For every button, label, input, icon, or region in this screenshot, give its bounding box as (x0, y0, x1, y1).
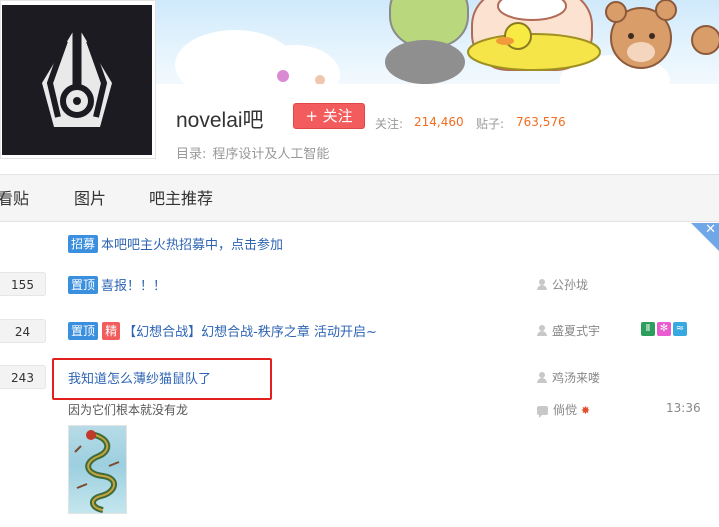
forum-tabs: 看贴 图片 吧主推荐 (0, 174, 719, 222)
author-name[interactable]: 鸡汤来喽 (552, 371, 600, 385)
person-icon (537, 372, 547, 383)
catalog-label: 目录: (176, 147, 207, 162)
maple-leaf-icon: ✸ (580, 404, 591, 417)
forum-title: novelai吧 (176, 109, 264, 132)
forum-avatar-frame[interactable] (0, 0, 156, 159)
last-reply-user[interactable]: 倘傥 ✸ (537, 401, 590, 418)
member-level-icon: Ⅱ (641, 322, 655, 336)
follow-count-label: 关注: (375, 117, 404, 131)
person-icon (537, 279, 547, 290)
author-name[interactable]: 盛夏式宇 (552, 324, 600, 338)
pinned-tag: 置顶 (68, 321, 99, 340)
dragon-image (74, 430, 120, 513)
forum-avatar[interactable] (2, 5, 152, 155)
novelai-pen-logo-icon (42, 25, 112, 127)
list-item[interactable]: 置顶 精【幻想合战】幻想合战-秩序之章 活动开启~ (68, 321, 377, 340)
post-count: 763,576 (516, 115, 566, 129)
catalog-link[interactable]: 程序设计及人工智能 (212, 147, 329, 162)
tab-threads[interactable]: 看贴 (0, 175, 29, 222)
forum-catalog: 目录: 程序设计及人工智能 (176, 143, 329, 162)
last-reply-time: 13:36 (666, 401, 701, 415)
reply-icon (537, 406, 548, 418)
thread-abstract: 因为它们根本就没有龙 (68, 403, 189, 417)
follow-button[interactable]: + 关注 (293, 103, 365, 129)
list-item-recruit[interactable]: 招募 本吧吧主火热招募中，点击参加 (68, 234, 283, 253)
follow-count: 214,460 (414, 115, 464, 129)
tab-recommended[interactable]: 吧主推荐 (149, 175, 213, 222)
member-badge-icon: ✻ (657, 322, 671, 336)
thread-thumbnail[interactable] (68, 425, 127, 514)
list-item[interactable]: 置顶 喜报！！！ (68, 275, 166, 294)
author-name[interactable]: 公孙垅 (552, 278, 588, 292)
thread-author[interactable]: 鸡汤来喽 (537, 369, 600, 386)
reply-count: 24 (0, 319, 46, 343)
highlight-annotation (52, 358, 272, 400)
thread-author[interactable]: 公孙垅 (537, 276, 588, 293)
thread-title[interactable]: 喜报！！！ (101, 279, 166, 294)
reply-count: 155 (0, 272, 46, 296)
close-icon[interactable]: ✕ (705, 222, 716, 237)
post-count-label: 贴子: (476, 117, 505, 131)
reply-count: 243 (0, 365, 46, 389)
thread-title[interactable]: 本吧吧主火热招募中，点击参加 (101, 238, 283, 253)
featured-tag: 精 (102, 321, 121, 340)
recruit-tag: 招募 (68, 234, 99, 253)
member-badge-icon: ≈ (673, 322, 687, 336)
tab-pictures[interactable]: 图片 (74, 175, 106, 222)
thread-author[interactable]: 盛夏式宇 (537, 322, 600, 339)
person-icon (537, 325, 547, 336)
thread-title[interactable]: 【幻想合战】幻想合战-秩序之章 活动开启~ (123, 325, 377, 340)
last-reply-name[interactable]: 倘傥 (553, 403, 577, 417)
pinned-tag: 置顶 (68, 275, 99, 294)
